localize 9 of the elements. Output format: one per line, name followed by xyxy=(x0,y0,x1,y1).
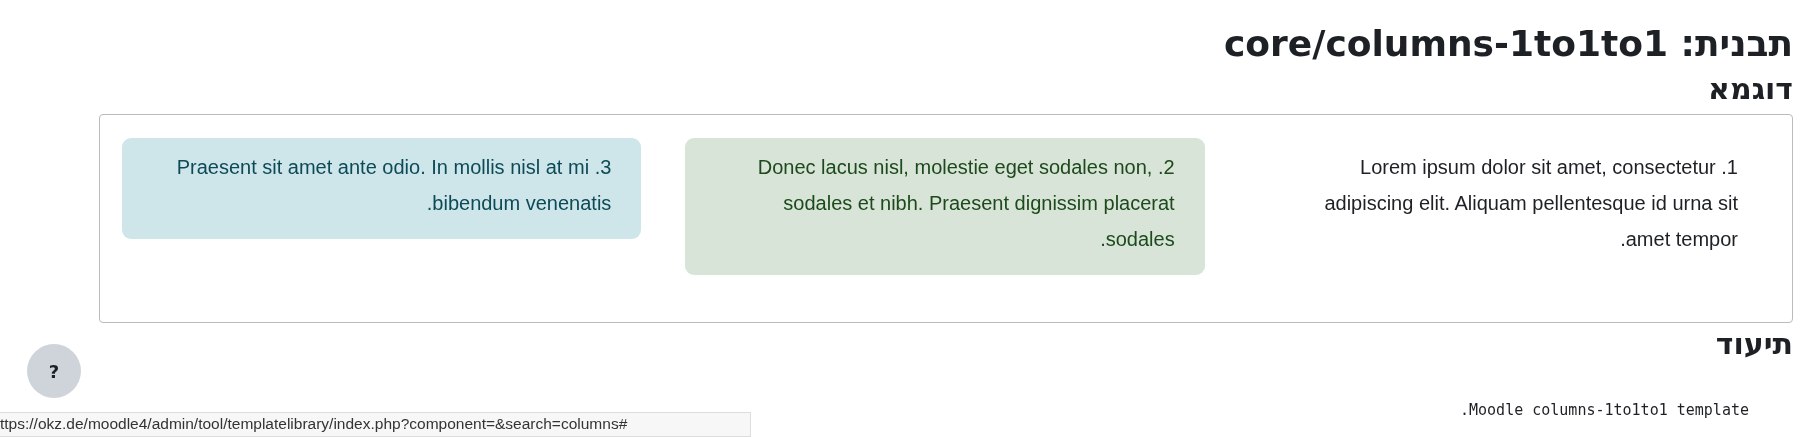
info-note: 3. Praesent sit amet ante odio. In mollis nisl at mi bibendum venenatis. xyxy=(122,138,642,239)
help-button[interactable]: ? xyxy=(27,344,81,398)
page-title: תבנית: core/columns-1to1to1 xyxy=(1224,22,1793,66)
column-text: 1. Lorem ipsum dolor sit amet, consectetur adipiscing elit. Aliquam pellentesque id urna sit amet tempor. xyxy=(1323,155,1739,252)
section-heading: תיעוד xyxy=(1715,325,1793,363)
success-note: 2. Donec lacus nisl, molestie eget sodales non, sodales et nibh. Praesent dignissim placerat sodales. xyxy=(685,138,1205,275)
documentation-text: Moodle columns-1to1to1 template. xyxy=(1460,401,1749,419)
section-heading: דוגמא xyxy=(1708,70,1793,108)
status-bar-url: ttps://okz.de/moodle4/admin/tool/templatelibrary/index.php?component=&search=columns# xyxy=(0,412,751,437)
